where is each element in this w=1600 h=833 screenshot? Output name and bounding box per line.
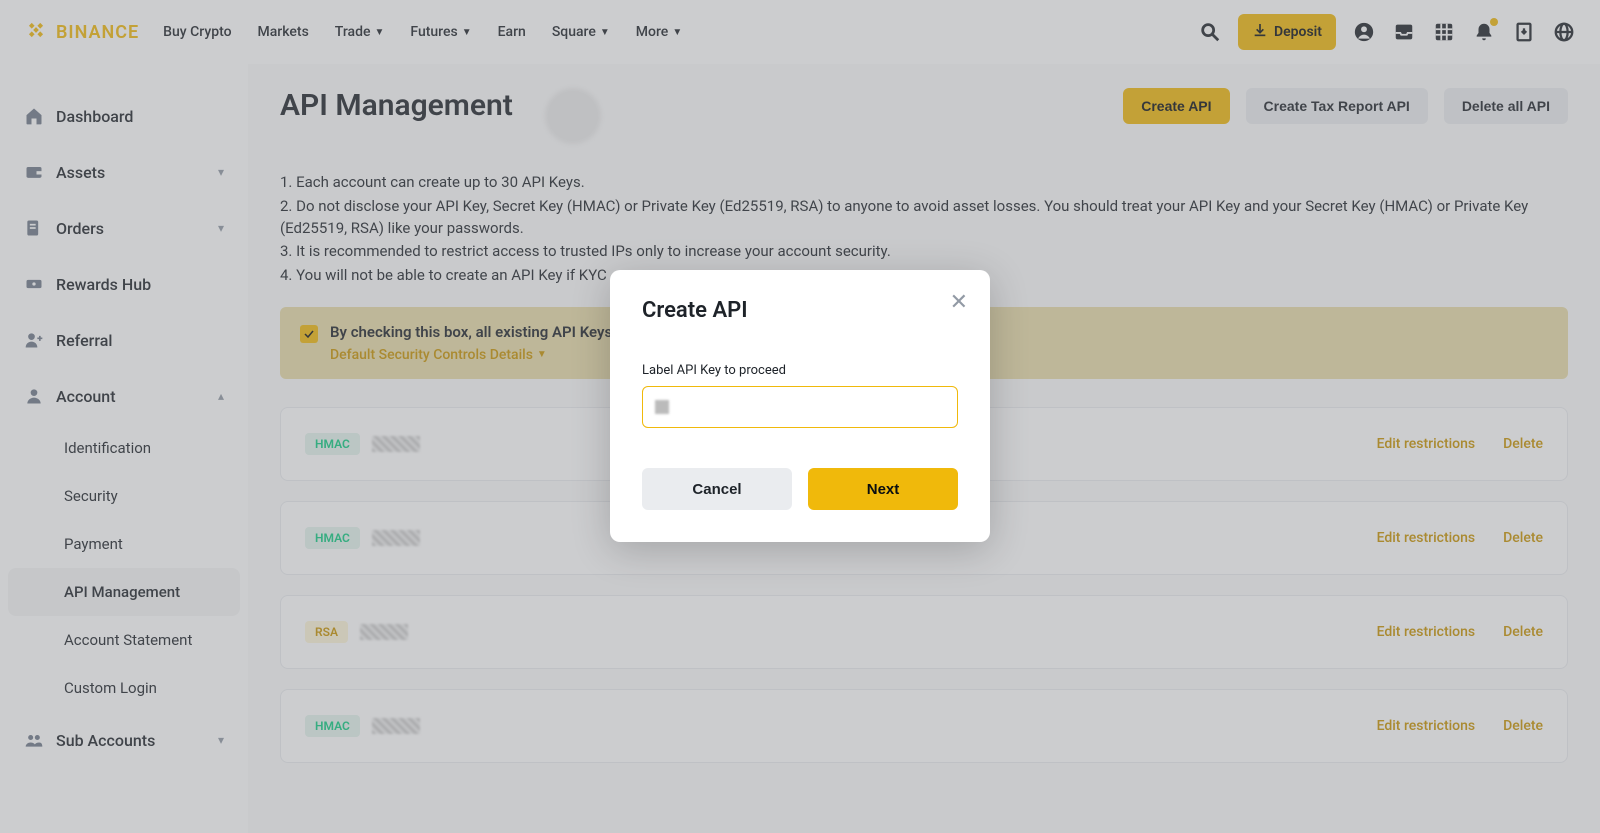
modal-input-label: Label API Key to proceed xyxy=(642,363,958,378)
api-label-input[interactable] xyxy=(642,386,958,428)
cancel-button[interactable]: Cancel xyxy=(642,468,792,510)
modal-title: Create API xyxy=(642,298,958,323)
create-api-modal: ✕ Create API Label API Key to proceed Ca… xyxy=(610,270,990,542)
input-cursor-blur xyxy=(655,400,669,414)
next-button[interactable]: Next xyxy=(808,468,958,510)
close-icon[interactable]: ✕ xyxy=(950,292,968,314)
modal-overlay[interactable]: ✕ Create API Label API Key to proceed Ca… xyxy=(0,0,1600,833)
